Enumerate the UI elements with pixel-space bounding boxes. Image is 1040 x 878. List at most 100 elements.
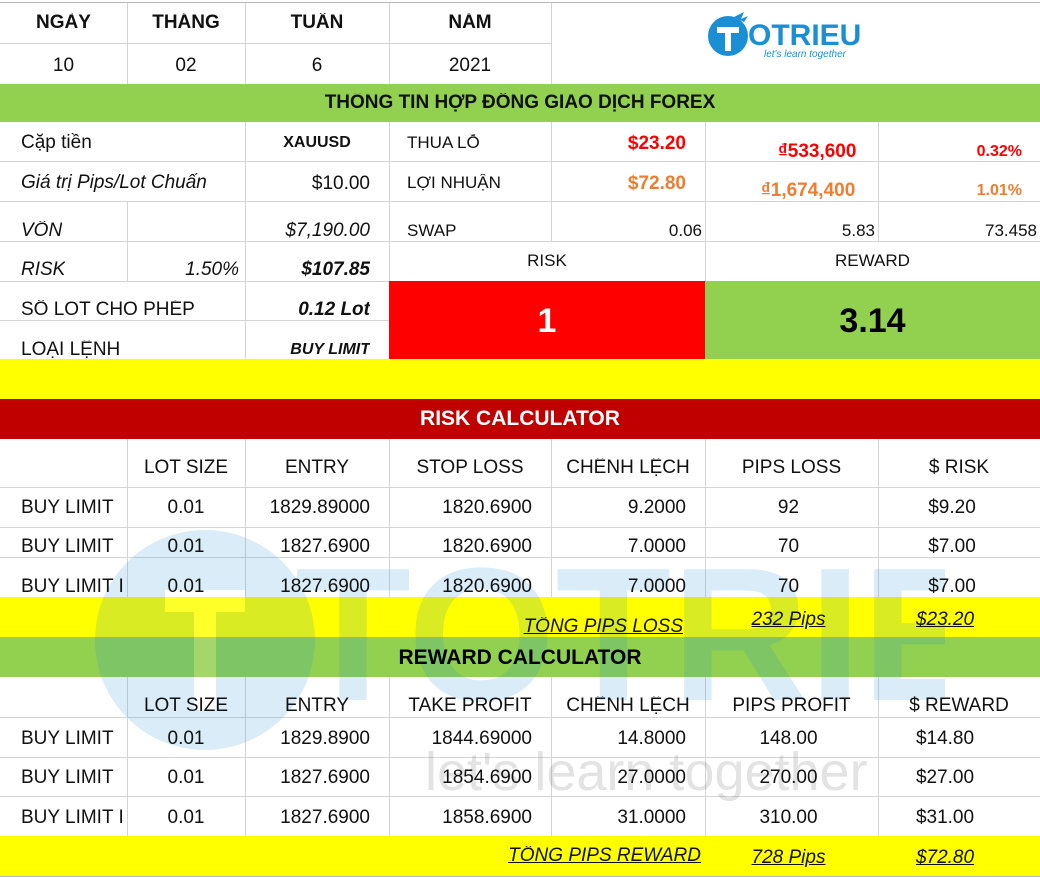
reward-row-3-usd: $31.00 [915,808,975,827]
swap-value-2: 5.83 [841,222,875,239]
pair-value: XAUUSD [283,135,351,151]
reward-header-pips: PIPS PROFIT [732,696,851,715]
reward-header-lot: LOT SIZE [143,696,229,715]
risk-row-2-usd: $7.00 [928,537,976,556]
loss-vnd: ₫533,600 [778,142,857,161]
reward-header-usd: $ REWARD [909,696,1009,715]
rr-risk-label: RISK [527,252,567,269]
reward-row-2-lot: 0.01 [167,768,205,787]
reward-row-3-diff: 31.0000 [617,808,686,827]
reward-row-1-pips: 148.00 [759,729,818,748]
reward-header-tp: TAKE PROFIT [408,696,532,715]
value-week: 6 [311,56,323,75]
risk-header-entry: ENTRY [284,458,350,477]
reward-row-2-usd: $27.00 [915,768,975,787]
logo-tagline: let's learn together [764,49,847,60]
risk-total-label: TỔNG PIPS LOSS [523,617,683,636]
reward-header-entry: ENTRY [284,696,350,715]
risk-percent: 1.50% [185,260,239,279]
risk-row-1-entry: 1829.89000 [269,498,370,517]
brand-logo: OTRIEU let's learn together [708,12,861,60]
swap-value-3: 73.458 [985,222,1037,239]
risk-total-usd: $23.20 [915,610,975,629]
reward-row-3-tp: 1858.6900 [442,808,532,827]
order-type-label: LOẠI LỆNH [21,340,121,359]
loss-label: THUA LỖ [407,134,480,151]
risk-row-2-type: BUY LIMIT [21,537,114,556]
risk-amount: $107.85 [301,260,370,279]
rr-reward-value: 3.14 [839,304,906,338]
reward-row-2-type: BUY LIMIT [21,768,114,787]
reward-total-pips: 728 Pips [751,848,826,867]
risk-calculator-title: RISK CALCULATOR [420,408,620,429]
reward-row-2-pips: 270.00 [759,768,818,787]
contract-title: THÔNG TIN HỢP ĐỒNG GIAO DỊCH FOREX [324,93,716,112]
reward-row-1-usd: $14.80 [915,729,975,748]
reward-row-3-entry: 1827.6900 [280,808,370,827]
reward-row-2-entry: 1827.6900 [280,768,370,787]
risk-row-3-diff: 7.0000 [627,577,686,596]
header-day: NGÀY [36,13,91,32]
rr-reward-label: REWARD [835,252,910,269]
value-month: 02 [175,56,197,75]
risk-row-1-lot: 0.01 [167,498,205,517]
header-year: NĂM [448,13,492,32]
risk-header-diff: CHÊNH LỆCH [566,458,690,477]
risk-row-3-lot: 0.01 [167,577,205,596]
reward-row-2-diff: 27.0000 [617,768,686,787]
risk-row-3-pips: 70 [777,577,800,596]
profit-label: LỢI NHUẬN [407,174,501,191]
risk-row-3-entry: 1827.6900 [280,577,370,596]
reward-calculator-title: REWARD CALCULATOR [398,647,642,668]
reward-row-1-entry: 1829.8900 [280,729,370,748]
header-month: THÁNG [152,13,220,32]
reward-row-1-lot: 0.01 [167,729,205,748]
risk-row-2-diff: 7.0000 [627,537,686,556]
logo-text: OTRIEU [748,19,861,52]
risk-row-1-stop: 1820.6900 [442,498,532,517]
risk-header-stop: STOP LOSS [416,458,524,477]
reward-row-1-tp: 1844.69000 [431,729,532,748]
pair-label: Cặp tiền [21,133,92,152]
reward-row-3-pips: 310.00 [759,808,818,827]
value-year: 2021 [448,56,492,75]
pip-value: $10.00 [311,174,370,193]
risk-row-2-entry: 1827.6900 [280,537,370,556]
reward-row-2-tp: 1854.6900 [442,768,532,787]
risk-total-pips: 232 Pips [751,610,826,629]
swap-label: SWAP [407,222,457,239]
risk-row-1-pips: 92 [777,498,800,517]
loss-percent: 0.32% [976,144,1022,160]
swap-value-1: 0.06 [668,222,702,239]
reward-total-usd: $72.80 [915,848,975,867]
reward-row-3-type: BUY LIMIT I [21,808,124,827]
reward-row-1-diff: 14.8000 [617,729,686,748]
risk-row-3-usd: $7.00 [928,577,976,596]
risk-row-2-stop: 1820.6900 [442,537,532,556]
value-day: 10 [52,56,75,75]
allowed-lot-label: SỐ LOT CHO PHÉP [21,300,195,319]
header-week: TUẦN [290,13,344,32]
risk-row-1-diff: 9.2000 [627,498,686,517]
reward-row-3-lot: 0.01 [167,808,205,827]
order-type-value: BUY LIMIT [290,342,370,358]
risk-row-1-usd: $9.20 [928,498,976,517]
capital-value: $7,190.00 [285,221,370,240]
loss-usd: $23.20 [627,134,686,153]
risk-header-lot: LOT SIZE [143,458,229,477]
risk-label: RISK [21,260,66,279]
reward-total-label: TỔNG PIPS REWARD [508,846,701,865]
allowed-lot-value: 0.12 Lot [298,300,370,319]
risk-header-usd: $ RISK [928,458,990,477]
risk-row-1-type: BUY LIMIT [21,498,114,517]
profit-percent: 1.01% [976,183,1022,199]
risk-row-2-lot: 0.01 [167,537,205,556]
profit-vnd: ₫1,674,400 [761,181,856,200]
reward-row-1-type: BUY LIMIT [21,729,114,748]
risk-row-3-type: BUY LIMIT I [21,577,124,596]
reward-header-diff: CHÊNH LỆCH [566,696,690,715]
risk-header-pips: PIPS LOSS [741,458,842,477]
capital-label: VỐN [21,221,63,240]
rr-risk-value: 1 [537,304,557,338]
pip-value-label: Giá trị Pips/Lot Chuẩn [21,173,207,192]
